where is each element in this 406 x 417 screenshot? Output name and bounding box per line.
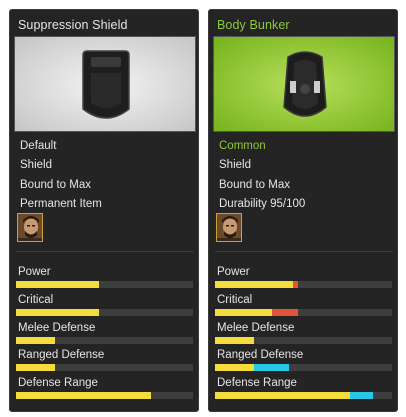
- item-info-line: Durability 95/100: [219, 198, 306, 210]
- item-info-line: Shield: [219, 159, 251, 171]
- item-info-line: Bound to Max: [219, 179, 290, 191]
- divider: [215, 251, 393, 252]
- stat-bar-fill: [16, 364, 55, 371]
- suppression-shield-icon: [82, 50, 130, 119]
- body-bunker-icon: [283, 51, 327, 117]
- stat-label: Ranged Defense: [217, 349, 304, 361]
- stat-bar: [215, 364, 392, 371]
- stat-bar-fill: [215, 337, 254, 344]
- stat-label: Power: [217, 266, 250, 278]
- stat-bar: [215, 281, 392, 288]
- item-preview-image: [213, 36, 395, 132]
- stat-label: Melee Defense: [217, 322, 295, 334]
- stat-bar-fill: [215, 281, 293, 288]
- stat-label: Ranged Defense: [18, 349, 105, 361]
- stat-bar: [16, 309, 193, 316]
- stat-label: Critical: [18, 294, 54, 306]
- item-title: Suppression Shield: [18, 18, 128, 32]
- stat-bar-fill: [16, 392, 151, 399]
- stat-bar-fill: [16, 281, 100, 288]
- stat-bar: [215, 337, 392, 344]
- stat-bar: [16, 392, 193, 399]
- stat-label: Power: [18, 266, 51, 278]
- item-info-line: Default: [20, 140, 57, 152]
- stat-label: Defense Range: [18, 377, 98, 389]
- stat-bar-fill: [215, 364, 254, 371]
- stat-bar-fill: [215, 309, 272, 316]
- divider: [16, 251, 194, 252]
- stat-label: Critical: [217, 294, 253, 306]
- stat-bar-fill: [349, 392, 373, 399]
- item-card-suppression-shield: Suppression Shield Default Shield Bound to …: [9, 9, 199, 412]
- stat-bar: [16, 281, 193, 288]
- item-info-line: Shield: [20, 159, 52, 171]
- item-card-body-bunker: Body Bunker Common Shield Bound to Max Durab…: [208, 9, 398, 412]
- stat-bar-fill: [16, 309, 100, 316]
- item-info-line: Bound to Max: [20, 179, 91, 191]
- character-portrait-icon: [17, 213, 43, 242]
- stat-label: Defense Range: [217, 377, 297, 389]
- character-portrait-icon: [216, 213, 242, 242]
- stat-bar-fill: [16, 337, 55, 344]
- stat-bar-fill: [292, 281, 299, 288]
- stat-bar: [16, 337, 193, 344]
- stat-bar: [215, 392, 392, 399]
- item-title: Body Bunker: [217, 18, 290, 32]
- item-preview-image: [14, 36, 196, 132]
- stat-bar: [16, 364, 193, 371]
- item-info-line: Common: [219, 140, 266, 152]
- stat-label: Melee Defense: [18, 322, 96, 334]
- stat-bar-fill: [271, 309, 299, 316]
- stat-bar: [215, 309, 392, 316]
- stat-bar-fill: [215, 392, 350, 399]
- item-info-line: Permanent Item: [20, 198, 102, 210]
- stat-bar-fill: [253, 364, 290, 371]
